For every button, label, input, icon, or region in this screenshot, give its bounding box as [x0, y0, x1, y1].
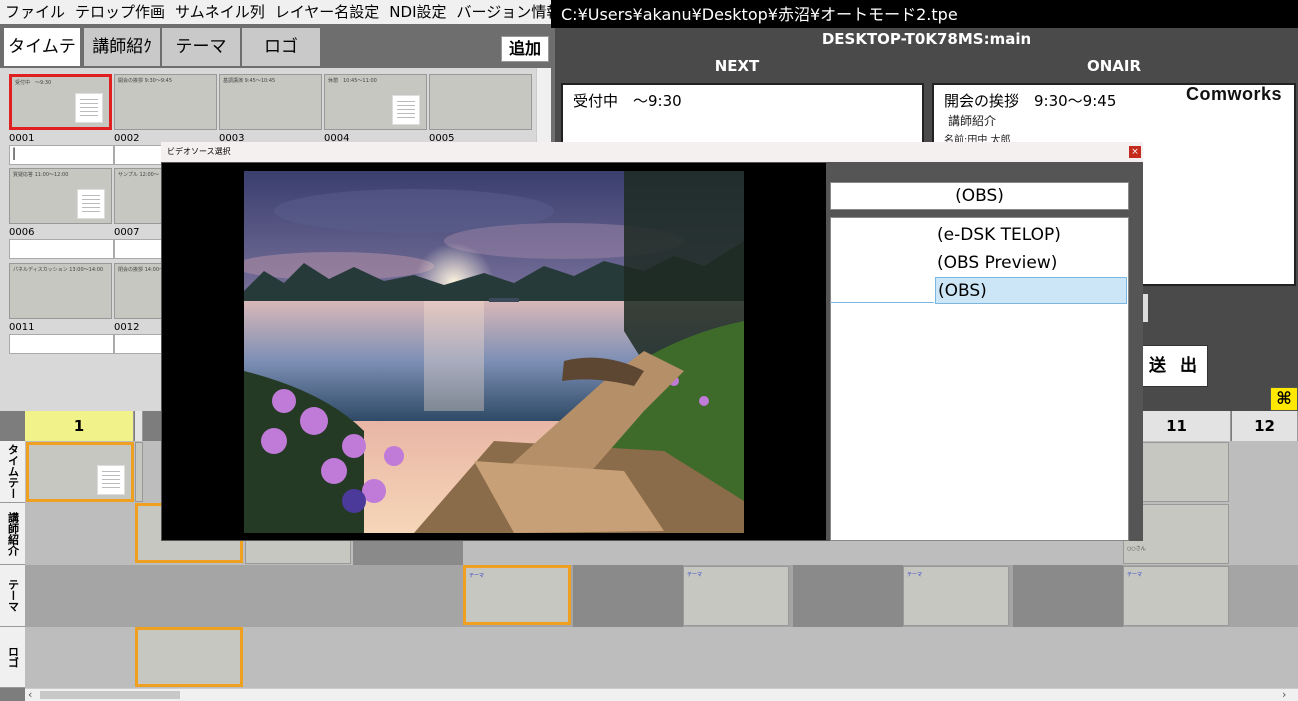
timeline-scroll-thumb[interactable] — [40, 691, 180, 699]
timeline-clip[interactable] — [135, 627, 243, 687]
category-tabs: タイムテー 講師紹ｸ テーマ ロゴ 追加 — [0, 24, 551, 95]
onair-heading: ONAIR — [1086, 57, 1142, 75]
current-source-field[interactable]: (OBS) — [830, 182, 1129, 210]
menu-ndi-settings[interactable]: NDI設定 — [384, 0, 451, 24]
thumbnail-cell[interactable]: 質疑応答 11:00〜12:00 0006 — [9, 168, 114, 259]
thumbnail-image[interactable]: 開会の挨拶 9:30〜9:45 — [114, 74, 217, 130]
empty-slot[interactable] — [1013, 565, 1123, 627]
menu-telop-draw[interactable]: テロップ作画 — [70, 0, 170, 24]
theme-clip-label: テーマ — [469, 573, 485, 579]
source-item-obs-preview[interactable]: (OBS Preview) — [935, 250, 1127, 277]
timeline-clip[interactable]: テーマ — [463, 565, 571, 625]
tab-logo[interactable]: ロゴ — [242, 28, 320, 66]
thumbnail-image[interactable]: パネルディスカッション 13:00〜14:00 — [9, 263, 112, 319]
thumbnail-caption: サンプル 12:00〜 — [118, 172, 159, 178]
expand-icon[interactable]: ⌘ — [1270, 387, 1298, 411]
onair-telop-subtitle: 講師紹介 — [948, 114, 997, 128]
row-label-theme: テーマ — [0, 565, 25, 627]
document-icon — [392, 95, 420, 125]
tab-theme[interactable]: テーマ — [162, 28, 240, 66]
empty-slot[interactable] — [793, 565, 903, 627]
theme-clip-label: テーマ — [907, 572, 923, 578]
timeline-clip[interactable]: テーマ — [683, 566, 789, 626]
thumbnail-caption: 質疑応答 11:00〜12:00 — [13, 172, 69, 178]
thumbnail-caption: 基調講演 9:45〜10:45 — [223, 78, 276, 84]
lane-theme: テーマ テーマ テーマ テーマ — [25, 565, 1298, 627]
row-label-timetable: タイムテー — [0, 441, 25, 503]
onair-telop-title: 開会の挨拶 9:30〜9:45 — [944, 92, 1117, 110]
thumbnail-cell[interactable]: 受付中 〜9:30 0001 | — [9, 74, 114, 165]
close-icon[interactable]: × — [1129, 146, 1141, 158]
source-list[interactable]: (e-DSK TELOP) (OBS Preview) (OBS) — [830, 217, 1129, 541]
timeline-clip[interactable] — [26, 442, 134, 502]
thumbnail-image[interactable]: 休憩 10:45〜11:00 — [324, 74, 427, 130]
source-item-edsk-telop[interactable]: (e-DSK TELOP) — [935, 222, 1127, 249]
theme-clip-label: テーマ — [687, 572, 703, 578]
row-label-presenter: 講師紹介 — [0, 503, 25, 565]
source-item-obs[interactable]: (OBS) — [935, 277, 1127, 304]
thumbnail-caption: 休憩 10:45〜11:00 — [328, 78, 377, 84]
thumbnail-caption: 受付中 〜9:30 — [15, 80, 52, 86]
thumbnail-number: 0006 — [9, 227, 35, 238]
thumbnail-image[interactable]: 質疑応答 11:00〜12:00 — [9, 168, 112, 224]
dialog-title: ビデオソース選択 — [161, 142, 1143, 162]
scroll-right-icon[interactable]: › — [1282, 688, 1286, 701]
next-telop-title: 受付中 〜9:30 — [573, 92, 682, 110]
empty-slot[interactable] — [573, 565, 683, 627]
thumbnail-image[interactable] — [429, 74, 532, 130]
thumbnail-image[interactable]: 基調講演 9:45〜10:45 — [219, 74, 322, 130]
menu-version-info[interactable]: バージョン情報 — [452, 0, 567, 24]
thumbnail-number: 0001 — [9, 133, 35, 144]
timeline-scrollbar[interactable] — [25, 688, 1298, 701]
lane-logo — [25, 627, 1298, 688]
thumbnail-caption: パネルディスカッション 13:00〜14:00 — [13, 267, 104, 273]
timeline-clip[interactable]: テーマ — [1123, 566, 1229, 626]
column-2-edge[interactable] — [135, 411, 143, 441]
column-12[interactable]: 12 — [1232, 411, 1298, 441]
menu-file[interactable]: ファイル — [0, 0, 70, 24]
add-button[interactable]: 追加 — [501, 36, 549, 62]
document-icon — [75, 93, 103, 123]
comworks-logo: Comworks — [1186, 84, 1283, 104]
thumbnail-caption: 閉会の挨拶 14:00〜 — [118, 267, 164, 273]
thumbnail-caption: 開会の挨拶 9:30〜9:45 — [118, 78, 173, 84]
scroll-left-icon[interactable]: ‹ — [28, 688, 32, 701]
thumbnail-cell[interactable]: パネルディスカッション 13:00〜14:00 0011 — [9, 263, 114, 354]
thumbnail-number: 0011 — [9, 322, 35, 333]
thumbnail-name-field[interactable] — [9, 239, 114, 259]
selection-line — [830, 302, 934, 303]
ndi-host-label: DESKTOP-T0K78MS:main — [821, 30, 1032, 48]
tab-presenter[interactable]: 講師紹ｸ — [84, 28, 160, 66]
thumbnail-image[interactable]: 受付中 〜9:30 — [9, 74, 112, 130]
next-heading: NEXT — [714, 57, 760, 75]
menu-bar: ファイル テロップ作画 サムネイル列 レイヤー名設定 NDI設定 バージョン情報 — [0, 0, 561, 24]
thumbnail-name-field[interactable]: | — [9, 145, 114, 165]
menu-thumbnail-columns[interactable]: サムネイル列 — [170, 0, 270, 24]
presenter-tag: ○○さん — [1127, 546, 1146, 552]
send-button[interactable]: 送 出 — [1142, 345, 1208, 387]
theme-clip-label: テーマ — [1127, 572, 1143, 578]
menu-layer-name[interactable]: レイヤー名設定 — [270, 0, 385, 24]
preview-image — [244, 171, 744, 533]
tab-timetable[interactable]: タイムテー — [4, 28, 80, 95]
timeline-clip[interactable]: テーマ — [903, 566, 1009, 626]
row-label-logo: ロゴ — [0, 627, 25, 688]
window-title: C:¥Users¥akanu¥Desktop¥赤沼¥オートモード2.tpe — [551, 0, 1298, 28]
thumbnail-name-field[interactable] — [9, 334, 114, 354]
column-1[interactable]: 1 — [25, 411, 134, 441]
timeline-clip[interactable] — [135, 442, 143, 502]
document-icon — [77, 189, 105, 219]
